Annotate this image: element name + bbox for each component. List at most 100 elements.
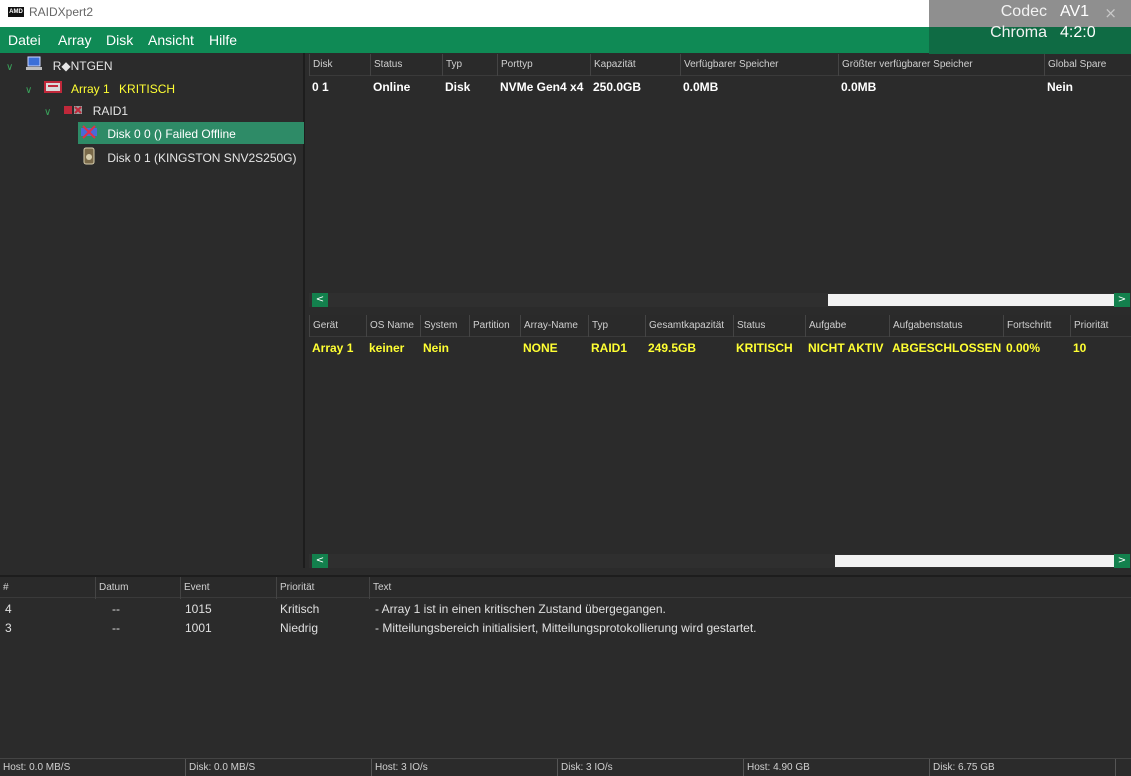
- col-nummer[interactable]: #: [0, 577, 95, 599]
- menu-datei[interactable]: Datei: [8, 32, 41, 48]
- chroma-label: Chroma: [990, 24, 1047, 41]
- event-log-header: # Datum Event Priorität Text: [0, 577, 1131, 599]
- scroll-right-icon[interactable]: >: [1114, 293, 1130, 307]
- chevron-down-icon[interactable]: ∨: [44, 103, 54, 123]
- col-disk[interactable]: Disk: [309, 54, 370, 76]
- codec-value: AV1: [1060, 3, 1090, 20]
- col-aufgabenstatus[interactable]: Aufgabenstatus: [889, 315, 1003, 337]
- disk-icon: [80, 147, 98, 171]
- col-datum[interactable]: Datum: [95, 577, 180, 599]
- tree-node-disk-failed[interactable]: Disk 0 0 () Failed Offline: [80, 124, 236, 144]
- col-typ[interactable]: Typ: [588, 315, 645, 337]
- col-porttyp[interactable]: Porttyp: [497, 54, 590, 76]
- disk-table-hscrollbar[interactable]: < >: [309, 293, 1131, 307]
- disk-table-header: Disk Status Typ Porttyp Kapazität Verfüg…: [309, 54, 1131, 76]
- cell-gesamtkapazitaet: 249.5GB: [648, 341, 697, 355]
- event-id: 1015: [185, 602, 212, 616]
- cell-array-name: NONE: [523, 341, 558, 355]
- cell-fortschritt: 0.00%: [1006, 341, 1041, 355]
- event-date: --: [112, 621, 120, 635]
- tree-disk-ok-label: Disk 0 1 (KINGSTON SNV2S250G): [107, 151, 297, 166]
- col-prioritaet[interactable]: Priorität: [276, 577, 369, 599]
- event-priority: Niedrig: [280, 621, 319, 635]
- col-status[interactable]: Status: [733, 315, 805, 337]
- event-text: - Array 1 ist in einen kritischen Zustan…: [375, 602, 666, 616]
- col-system[interactable]: System: [420, 315, 469, 337]
- scroll-right-icon[interactable]: >: [1114, 554, 1130, 568]
- disk-table: Disk Status Typ Porttyp Kapazität Verfüg…: [309, 54, 1131, 310]
- cell-disk: 0 1: [312, 80, 329, 94]
- resize-grip-icon[interactable]: [1115, 759, 1131, 776]
- col-text[interactable]: Text: [369, 577, 1131, 599]
- col-os-name[interactable]: OS Name: [366, 315, 420, 337]
- amd-logo-icon: AMD: [8, 7, 24, 17]
- menu-array[interactable]: Array: [58, 32, 91, 48]
- col-geraet[interactable]: Gerät: [309, 315, 366, 337]
- col-partition[interactable]: Partition: [469, 315, 520, 337]
- raid-icon: [63, 102, 83, 122]
- col-fortschritt[interactable]: Fortschritt: [1003, 315, 1070, 337]
- cell-status: Online: [373, 80, 411, 94]
- cell-porttyp: NVMe Gen4 x4: [500, 80, 584, 94]
- col-global-spare[interactable]: Global Spare: [1044, 54, 1131, 76]
- array-table-header: Gerät OS Name System Partition Array-Nam…: [309, 315, 1131, 337]
- menu-disk[interactable]: Disk: [106, 32, 133, 48]
- cell-typ: RAID1: [591, 341, 628, 355]
- cell-status: KRITISCH: [736, 341, 793, 355]
- tree-raid-label: RAID1: [92, 104, 129, 118]
- status-disk-iops: Disk: 3 IO/s: [557, 759, 743, 776]
- chroma-value: 4:2:0: [1060, 24, 1096, 41]
- failed-disk-icon: [80, 125, 98, 145]
- tree-node-array[interactable]: ∨ Array 1 KRITISCH: [25, 79, 175, 99]
- col-prioritaet[interactable]: Priorität: [1070, 315, 1131, 337]
- status-disk-throughput: Disk: 0.0 MB/S: [185, 759, 371, 776]
- col-array-name[interactable]: Array-Name: [520, 315, 588, 337]
- cell-verfuegbar: 0.0MB: [683, 80, 719, 94]
- menu-hilfe[interactable]: Hilfe: [209, 32, 237, 48]
- chevron-down-icon[interactable]: ∨: [6, 58, 16, 78]
- cell-os-name: keiner: [369, 341, 405, 355]
- col-event[interactable]: Event: [180, 577, 276, 599]
- tree-node-disk-ok[interactable]: Disk 0 1 (KINGSTON SNV2S250G): [80, 147, 297, 167]
- tree-array-state: KRITISCH: [119, 82, 176, 96]
- cell-groesster: 0.0MB: [841, 80, 877, 94]
- scroll-left-icon[interactable]: <: [312, 554, 328, 568]
- scroll-thumb[interactable]: [835, 555, 1114, 567]
- codec-overlay: Codec AV1 × Chroma 4:2:0: [929, 0, 1131, 54]
- cell-system: Nein: [423, 341, 450, 355]
- status-bar: Host: 0.0 MB/S Disk: 0.0 MB/S Host: 3 IO…: [0, 758, 1131, 776]
- cell-prioritaet: 10: [1073, 341, 1087, 355]
- col-typ[interactable]: Typ: [442, 54, 497, 76]
- array-table-hscrollbar[interactable]: < >: [309, 554, 1131, 568]
- close-icon[interactable]: ×: [1104, 4, 1117, 22]
- cell-partition: [469, 338, 520, 358]
- codec-label: Codec: [1000, 3, 1047, 20]
- col-aufgabe[interactable]: Aufgabe: [805, 315, 889, 337]
- array-icon: [44, 80, 63, 100]
- event-log: # Datum Event Priorität Text 4 -- 1015 K…: [0, 575, 1131, 758]
- array-table: Gerät OS Name System Partition Array-Nam…: [309, 315, 1131, 553]
- menu-ansicht[interactable]: Ansicht: [148, 32, 194, 48]
- col-gesamtkapazitaet[interactable]: Gesamtkapazität: [645, 315, 733, 337]
- status-host-size: Host: 4.90 GB: [743, 759, 929, 776]
- tree-node-host[interactable]: ∨ R◆NTGEN: [6, 56, 113, 76]
- scroll-thumb[interactable]: [828, 294, 1114, 306]
- col-groesster-speicher[interactable]: Größter verfügbarer Speicher: [838, 54, 1044, 76]
- tree-disk-failed-label: Disk 0 0 () Failed Offline: [107, 127, 236, 141]
- chevron-down-icon[interactable]: ∨: [25, 81, 35, 101]
- col-kapazitaet[interactable]: Kapazität: [590, 54, 680, 76]
- cell-global-spare: Nein: [1047, 80, 1074, 94]
- col-verfuegbarer-speicher[interactable]: Verfügbarer Speicher: [680, 54, 838, 76]
- tree-array-label: Array 1: [71, 82, 110, 96]
- col-status[interactable]: Status: [370, 54, 442, 76]
- status-host-throughput: Host: 0.0 MB/S: [3, 762, 71, 773]
- scroll-left-icon[interactable]: <: [312, 293, 328, 307]
- tree-node-raid[interactable]: ∨ RAID1: [44, 101, 128, 121]
- cell-geraet: Array 1: [312, 341, 354, 355]
- cell-aufgabenstatus: ABGESCHLOSSEN: [892, 341, 1002, 355]
- event-text: - Mitteilungsbereich initialisiert, Mitt…: [375, 621, 757, 635]
- event-number: 3: [5, 621, 12, 635]
- cell-aufgabe: NICHT AKTIV: [808, 341, 884, 355]
- cell-typ: Disk: [445, 80, 471, 94]
- event-id: 1001: [185, 621, 212, 635]
